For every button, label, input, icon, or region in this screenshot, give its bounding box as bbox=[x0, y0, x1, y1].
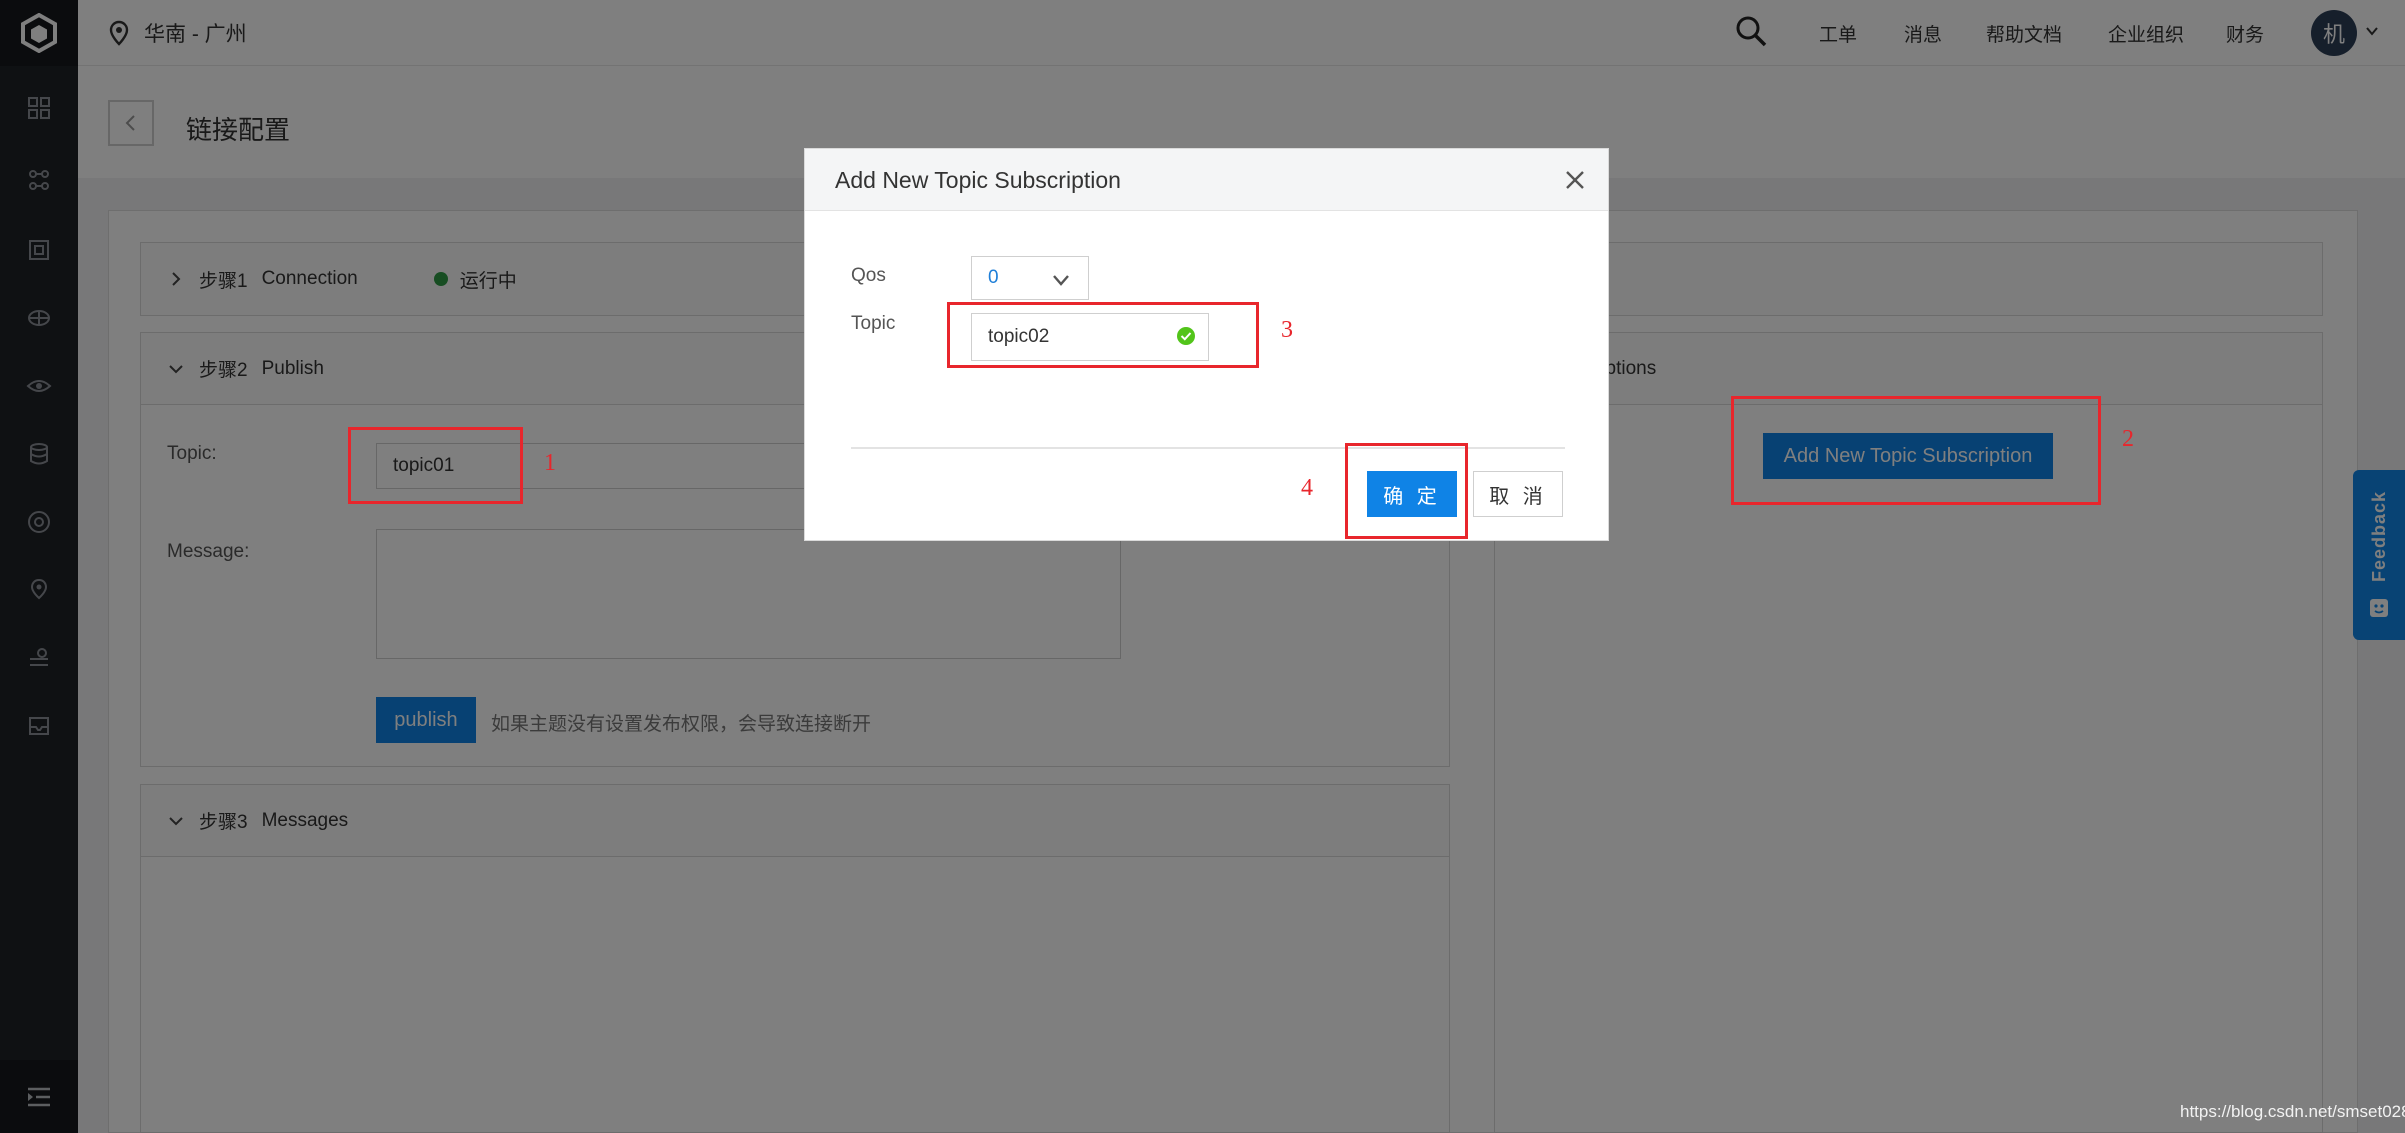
qos-label: Qos bbox=[851, 265, 886, 286]
cancel-button[interactable]: 取 消 bbox=[1473, 471, 1563, 517]
qos-select[interactable]: 0 bbox=[971, 256, 1089, 300]
chevron-down-icon bbox=[1053, 275, 1069, 286]
annotation-number-3: 3 bbox=[1281, 317, 1293, 343]
dialog-title: Add New Topic Subscription bbox=[835, 167, 1121, 193]
annotation-number-1: 1 bbox=[544, 450, 556, 476]
dialog-header: Add New Topic Subscription bbox=[805, 149, 1608, 211]
add-subscription-dialog: Add New Topic Subscription Qos 0 Topic t… bbox=[804, 148, 1609, 541]
annotation-box-2 bbox=[1731, 396, 2101, 505]
watermark: https://blog.csdn.net/smset028 bbox=[2180, 1102, 2405, 1121]
annotation-box-3 bbox=[947, 302, 1259, 368]
topic-label: Topic bbox=[851, 313, 896, 334]
annotation-box-4 bbox=[1345, 443, 1468, 539]
annotation-number-4: 4 bbox=[1301, 475, 1313, 501]
qos-value: 0 bbox=[988, 267, 999, 288]
annotation-box-1 bbox=[348, 427, 523, 504]
close-icon[interactable] bbox=[1560, 165, 1590, 195]
annotation-number-2: 2 bbox=[2122, 426, 2134, 452]
